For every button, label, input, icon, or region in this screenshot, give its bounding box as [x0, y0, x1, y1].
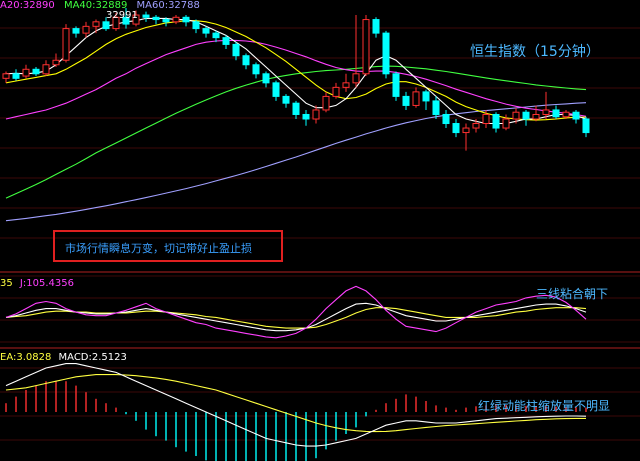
- candle-body: [222, 37, 230, 45]
- candle-body: [2, 73, 10, 79]
- candle-body: [322, 95, 330, 111]
- kdj-note: 三线粘合朝下: [536, 287, 609, 301]
- candle-body: [542, 109, 550, 115]
- candle-body: [332, 86, 340, 97]
- candle-body: [22, 68, 30, 77]
- candle-body: [342, 82, 350, 88]
- candle-body: [572, 111, 580, 120]
- candle-body: [202, 28, 210, 34]
- candle-body: [242, 55, 250, 66]
- candle-body: [312, 109, 320, 120]
- panel-title: 恒生指数（15分钟）: [470, 44, 600, 60]
- candle-body: [402, 95, 410, 106]
- candle-body: [582, 118, 590, 134]
- candle-body: [532, 113, 540, 120]
- candle-body: [162, 19, 170, 23]
- kdj-d-line: [5, 307, 587, 329]
- candle-body: [432, 100, 440, 115]
- candle-body: [152, 16, 160, 21]
- candle-body: [302, 113, 310, 120]
- macd-note: 红绿动能柱缩放量不明显: [478, 399, 611, 413]
- warning-box: 市场行情瞬息万变，切记带好止盈止损: [53, 230, 283, 262]
- candle-body: [142, 14, 150, 18]
- kdj-legend-part2: J:105.4356: [19, 278, 74, 289]
- candle-body: [452, 123, 460, 134]
- candle-body: [522, 111, 530, 120]
- candle-body: [372, 19, 380, 34]
- kdj-legend-part1: 35: [0, 278, 13, 289]
- candle-body: [512, 111, 520, 120]
- candle-body: [42, 64, 50, 75]
- candle-body: [182, 16, 190, 23]
- dea-label: EA:3.0828: [0, 352, 52, 363]
- price-high-label: 32991: [106, 10, 138, 21]
- kdj-k-line: [5, 302, 587, 332]
- candle-body: [82, 25, 90, 34]
- ma-legend: A20:32890 MA40:32889 MA60:32788: [0, 0, 206, 12]
- kdj-panel: [5, 285, 587, 339]
- ma60-label: MA60:32788: [136, 0, 200, 11]
- candle-body: [272, 82, 280, 97]
- candle-body: [232, 43, 240, 57]
- candle-body: [172, 16, 180, 23]
- candle-body: [262, 73, 270, 84]
- candle-body: [422, 91, 430, 102]
- kdj-legend: 35 J:105.4356: [0, 278, 74, 290]
- candle-body: [282, 95, 290, 104]
- ma20-label: A20:32890: [0, 0, 55, 11]
- candle-body: [482, 113, 490, 125]
- candle-body: [192, 21, 200, 30]
- candle-body: [72, 28, 80, 34]
- macd-legend: EA:3.0828 MACD:2.5123: [0, 352, 127, 364]
- candle-body: [352, 73, 360, 84]
- candle-body: [462, 127, 470, 134]
- candle-body: [412, 91, 420, 106]
- candle-body: [292, 102, 300, 115]
- candle-body: [382, 32, 390, 75]
- candle-body: [62, 28, 70, 61]
- candle-body: [562, 111, 570, 118]
- candle-body: [492, 113, 500, 129]
- macd-label: MACD:2.5123: [58, 352, 127, 363]
- candle-body: [102, 21, 110, 30]
- candle-body: [472, 123, 480, 129]
- warning-text: 市场行情瞬息万变，切记带好止盈止损: [65, 242, 252, 255]
- candlestick-panel: [2, 8, 590, 222]
- candle-body: [362, 19, 370, 75]
- candle-body: [502, 118, 510, 129]
- candle-body: [212, 32, 220, 39]
- candle-body: [552, 109, 560, 118]
- candle-body: [252, 64, 260, 75]
- candle-body: [32, 68, 40, 75]
- candle-body: [92, 21, 100, 27]
- candle-body: [392, 73, 400, 97]
- candle-body: [52, 59, 60, 66]
- candle-body: [442, 113, 450, 125]
- candle-body: [12, 73, 20, 79]
